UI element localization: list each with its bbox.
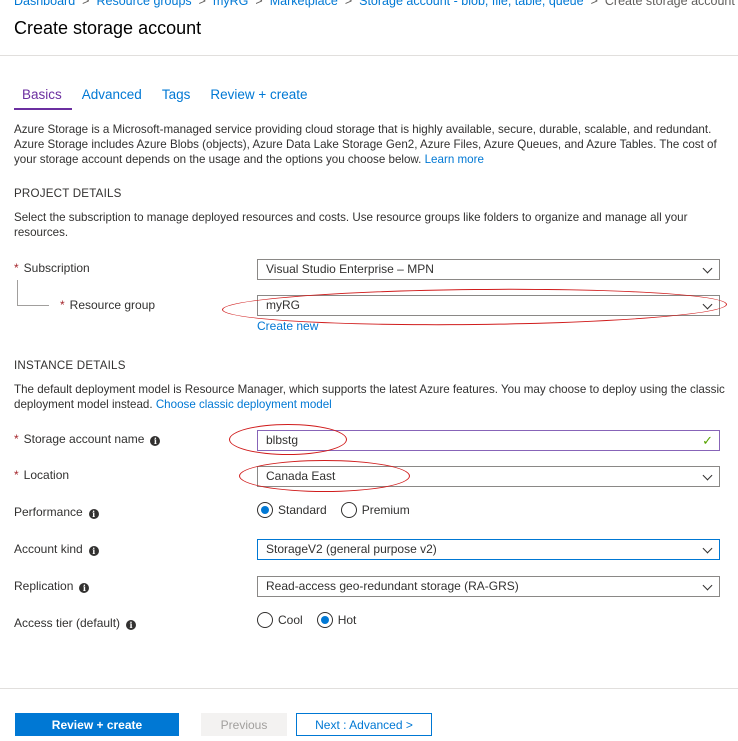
info-icon[interactable]: i	[79, 583, 90, 593]
performance-label: Performance i	[14, 505, 99, 519]
subscription-label-text: Subscription	[23, 261, 90, 275]
info-icon[interactable]: i	[150, 436, 161, 446]
chevron-down-icon	[702, 543, 713, 554]
breadcrumb-separator: >	[198, 0, 206, 8]
footer-divider	[0, 688, 738, 689]
info-icon[interactable]: i	[88, 509, 99, 519]
project-details-description: Select the subscription to manage deploy…	[14, 211, 688, 239]
review-create-button[interactable]: Review + create	[15, 713, 179, 736]
resource-group-label-text: Resource group	[69, 298, 156, 312]
resource-group-select[interactable]: myRG	[257, 295, 720, 316]
radio-unselected-icon	[257, 612, 273, 628]
replication-label-text: Replication	[14, 579, 74, 593]
account-kind-label-text: Account kind	[14, 542, 83, 556]
performance-standard-label: Standard	[278, 503, 327, 517]
radio-selected-icon	[316, 612, 333, 628]
location-value: Canada East	[266, 469, 336, 483]
tab-bar: Basics Advanced Tags Review + create	[14, 86, 318, 110]
performance-label-text: Performance	[14, 505, 83, 519]
access-tier-cool-label: Cool	[278, 613, 303, 627]
next-advanced-button[interactable]: Next : Advanced >	[296, 713, 432, 736]
access-tier-hot-radio[interactable]: Hot	[316, 612, 357, 628]
instance-description-text: The default deployment model is Resource…	[14, 383, 725, 411]
breadcrumb-separator: >	[82, 0, 90, 8]
info-icon[interactable]: i	[88, 546, 99, 556]
breadcrumb-separator: >	[255, 0, 263, 8]
performance-standard-radio[interactable]: Standard	[257, 502, 327, 518]
access-tier-label-text: Access tier (default)	[14, 616, 121, 630]
replication-select[interactable]: Read-access geo-redundant storage (RA-GR…	[257, 576, 720, 597]
breadcrumb-marketplace[interactable]: Marketplace	[270, 0, 338, 8]
required-marker: *	[60, 298, 65, 312]
classic-deployment-link[interactable]: Choose classic deployment model	[156, 398, 332, 411]
intro-text: Azure Storage is a Microsoft-managed ser…	[14, 122, 726, 167]
replication-value: Read-access geo-redundant storage (RA-GR…	[266, 579, 519, 593]
tab-basics[interactable]: Basics	[14, 86, 72, 110]
breadcrumb-separator: >	[590, 0, 598, 8]
chevron-down-icon	[702, 580, 713, 591]
info-icon[interactable]: i	[126, 620, 137, 630]
breadcrumb-storage-account[interactable]: Storage account - blob, file, table, que…	[359, 0, 583, 8]
account-kind-value: StorageV2 (general purpose v2)	[266, 542, 437, 556]
required-marker: *	[14, 432, 19, 446]
create-new-link[interactable]: Create new	[257, 319, 318, 333]
access-tier-label: Access tier (default) i	[14, 616, 137, 630]
instance-details-heading: INSTANCE DETAILS	[14, 359, 126, 372]
breadcrumb-separator: >	[344, 0, 353, 8]
subscription-value: Visual Studio Enterprise – MPN	[266, 262, 434, 276]
breadcrumb-resource-groups[interactable]: Resource groups	[96, 0, 191, 8]
performance-premium-radio[interactable]: Premium	[340, 502, 410, 518]
storage-account-name-label-text: Storage account name	[23, 432, 145, 446]
resource-group-label: * Resource group	[60, 298, 155, 312]
tree-connector	[17, 280, 18, 305]
project-details-heading: PROJECT DETAILS	[14, 187, 122, 200]
location-label-text: Location	[23, 468, 70, 482]
tree-connector	[17, 305, 49, 306]
intro-description: Azure Storage is a Microsoft-managed ser…	[14, 123, 717, 166]
radio-unselected-icon	[340, 502, 357, 518]
access-tier-cool-radio[interactable]: Cool	[257, 612, 303, 628]
performance-radio-group: Standard Premium	[257, 502, 424, 518]
storage-account-name-value: blbstg	[266, 433, 299, 447]
page-title: Create storage account	[14, 18, 202, 38]
tab-advanced[interactable]: Advanced	[72, 86, 152, 110]
chevron-down-icon	[702, 470, 713, 481]
tab-tags[interactable]: Tags	[152, 86, 201, 110]
learn-more-link[interactable]: Learn more	[425, 153, 484, 166]
storage-account-name-input[interactable]: blbstg ✓	[257, 430, 720, 451]
breadcrumb-current: Create storage account	[604, 0, 735, 8]
required-marker: *	[14, 468, 19, 482]
breadcrumb-dashboard[interactable]: Dashboard	[14, 0, 75, 8]
check-icon: ✓	[702, 433, 713, 448]
location-select[interactable]: Canada East	[257, 466, 720, 487]
breadcrumb-myrg[interactable]: myRG	[213, 0, 248, 8]
account-kind-label: Account kind i	[14, 542, 99, 556]
chevron-down-icon	[702, 263, 713, 274]
title-divider	[0, 55, 738, 56]
access-tier-radio-group: Cool Hot	[257, 612, 370, 628]
instance-details-description: The default deployment model is Resource…	[14, 382, 726, 412]
replication-label: Replication i	[14, 579, 90, 593]
storage-account-name-label: * Storage account name i	[14, 432, 161, 446]
subscription-label: * Subscription	[14, 261, 90, 275]
previous-button[interactable]: Previous	[201, 713, 287, 736]
performance-premium-label: Premium	[361, 503, 410, 517]
location-label: * Location	[14, 468, 69, 482]
radio-selected-icon	[257, 502, 273, 518]
account-kind-select[interactable]: StorageV2 (general purpose v2)	[257, 539, 720, 560]
subscription-select[interactable]: Visual Studio Enterprise – MPN	[257, 259, 720, 280]
breadcrumb: Dashboard > Resource groups > myRG > Marketpla…	[14, 0, 735, 8]
required-marker: *	[14, 261, 19, 275]
chevron-down-icon	[702, 299, 713, 310]
resource-group-value: myRG	[266, 298, 300, 312]
tab-review-create[interactable]: Review + create	[200, 86, 317, 110]
access-tier-hot-label: Hot	[337, 613, 357, 627]
